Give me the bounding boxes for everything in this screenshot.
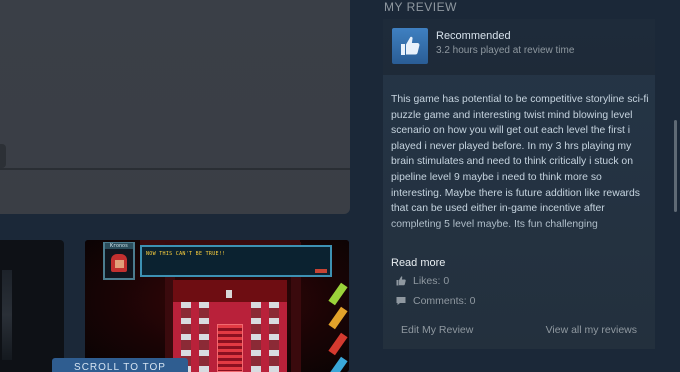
section-title: MY REVIEW <box>384 0 457 14</box>
page-scrollbar[interactable] <box>674 120 677 212</box>
player-sprite <box>226 290 232 298</box>
read-more-link[interactable]: Read more <box>391 257 445 269</box>
scroll-to-top-button[interactable]: SCROLL TO TOP <box>52 358 188 372</box>
likes-label: Likes: 0 <box>413 275 450 287</box>
thumbs-up-small-icon <box>395 275 407 287</box>
character-portrait: Kronos <box>103 242 135 280</box>
game-level-stage <box>173 280 287 372</box>
game-side-bars <box>325 280 349 372</box>
review-card: Recommended 3.2 hours played at review t… <box>383 19 655 349</box>
panel-divider <box>0 168 350 170</box>
review-header: Recommended 3.2 hours played at review t… <box>383 19 655 75</box>
game-dialog-text: NOW THIS CAN'T BE TRUE!! <box>146 251 226 257</box>
screenshot-thumbnail-dark[interactable] <box>0 240 64 372</box>
comments-label: Comments: 0 <box>413 295 476 307</box>
character-name: Kronos <box>105 243 133 249</box>
thumbs-up-icon <box>392 28 428 64</box>
edit-review-link[interactable]: Edit My Review <box>401 324 473 336</box>
hours-played: 3.2 hours played at review time <box>436 45 575 56</box>
game-door <box>217 324 243 372</box>
game-dialog-box: NOW THIS CAN'T BE TRUE!! <box>140 245 332 277</box>
comment-bubble-icon <box>395 295 407 307</box>
media-panel <box>0 0 350 214</box>
panel-handle <box>0 144 6 168</box>
likes-count: Likes: 0 <box>395 275 449 287</box>
screenshot-thumbnail-game[interactable]: Kronos NOW THIS CAN'T BE TRUE!! <box>85 240 349 372</box>
review-verdict: Recommended <box>436 30 511 42</box>
review-actions: Edit My Review View all my reviews <box>383 319 655 343</box>
comments-count: Comments: 0 <box>395 295 475 307</box>
view-all-reviews-link[interactable]: View all my reviews <box>546 324 637 336</box>
